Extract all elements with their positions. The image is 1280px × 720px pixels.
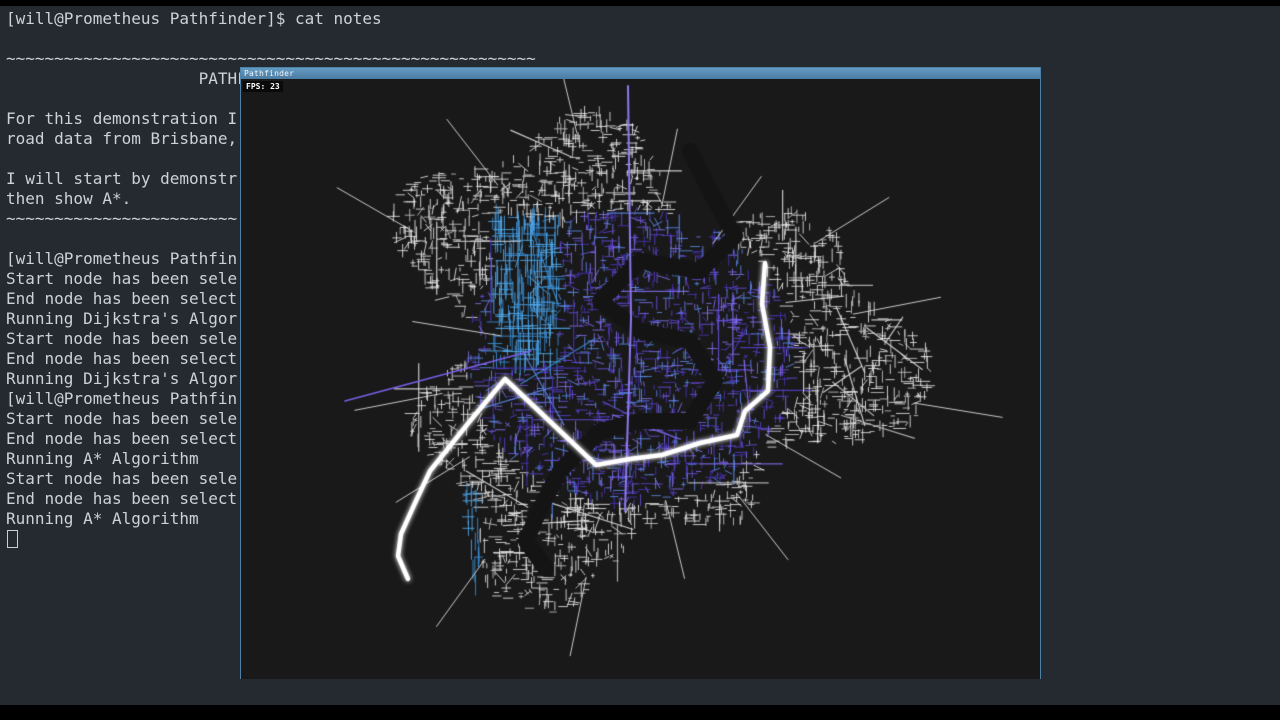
pathfinder-window[interactable]: Pathfinder FPS: 23 xyxy=(240,67,1041,679)
window-titlebar[interactable]: Pathfinder xyxy=(241,68,1040,79)
letterbox-top xyxy=(0,0,1280,6)
letterbox-bottom xyxy=(0,705,1280,720)
terminal-line: [will@Prometheus Pathfinder]$ cat notes xyxy=(6,9,382,28)
terminal-line: ~~~~~~~~~~~~~~~~~~~~~~~~~~~~~~~~~~~~~~~~… xyxy=(6,49,536,68)
fps-badge: FPS: 23 xyxy=(243,81,283,92)
map-canvas[interactable] xyxy=(241,79,1040,679)
window-title: Pathfinder xyxy=(244,69,295,78)
terminal-cursor xyxy=(7,530,18,548)
